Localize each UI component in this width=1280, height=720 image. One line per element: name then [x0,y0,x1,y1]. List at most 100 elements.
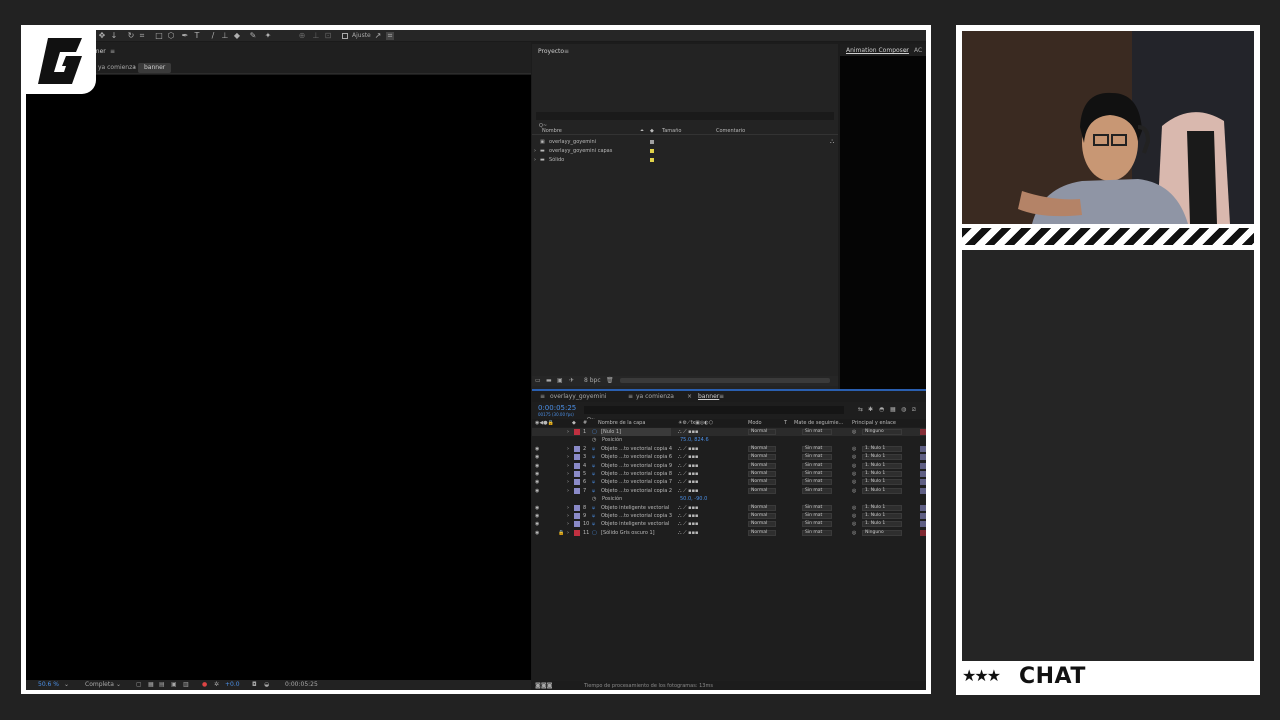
layer-row[interactable]: ◉ › 6 ⍦ Objeto ...to vectorial copia 7 ⛬ ⟋ ▪▪… [532,478,926,486]
track-matte-dropdown[interactable]: Sin mat [802,429,832,435]
layer-row[interactable]: ◉ › 5 ⍦ Objeto ...to vectorial copia 8 ⛬ ⟋ ▪▪… [532,470,926,478]
show-snapshot-icon[interactable]: ◒ [264,681,269,689]
expand-arrow-icon[interactable]: › [567,487,569,495]
visibility-eye-icon[interactable]: ◉ [535,512,539,520]
world-axis-icon[interactable]: ⊥ [312,32,320,40]
parent-pickwhip-icon[interactable]: ◎ [852,529,856,537]
visibility-eye-icon[interactable]: ◉ [535,470,539,478]
property-row[interactable]: ◷ Posición 75.0, 824.6 [532,436,926,444]
pen-tool-icon[interactable]: ✒ [181,32,189,40]
parent-dropdown[interactable]: Ninguno [862,429,902,435]
layer-switches-icons[interactable]: ⛬ ⟋ ▪▪▪ [678,445,698,453]
breadcrumb-banner[interactable]: banner [138,63,172,73]
layer-name[interactable]: Objeto ...to vectorial copia 8 [601,470,672,478]
layer-switches-icons[interactable]: ⛬ ⟋ ▪▪▪ [678,453,698,461]
layer-row[interactable]: ◉ › 3 ⍦ Objeto ...to vectorial copia 6 ⛬ ⟋ ▪▪… [532,453,926,461]
layer-name[interactable]: [Nulo 1] [601,428,671,436]
stopwatch-icon[interactable]: ◷ [592,436,596,444]
track-matte-header[interactable]: Mate de seguimie... [794,419,843,427]
parent-pickwhip-icon[interactable]: ◎ [852,512,856,520]
mask-visibility-icon[interactable]: ▣ [171,681,177,689]
bit-depth-button[interactable]: 8 bpc [584,377,601,385]
project-search-input[interactable]: Q~ [536,112,834,129]
layer-row[interactable]: ◉ › 2 ⍦ Objeto ...to vectorial copia 4 ⛬ ⟋ ▪▪… [532,445,926,453]
layer-name-header[interactable]: Nombre de la capa [598,419,645,427]
layer-name[interactable]: Objeto inteligente vectorial [601,504,669,512]
project-footer-scrollbar[interactable] [620,378,830,383]
snapshot-camera-icon[interactable]: ◘ [252,681,257,689]
color-channel-icon[interactable]: ● [202,681,207,689]
visibility-eye-icon[interactable]: ◉ [535,529,539,537]
column-comment[interactable]: Comentario [716,127,745,135]
expand-arrow-icon[interactable]: › [567,462,569,470]
graph-editor-icon[interactable]: ⧄ [912,406,916,414]
layer-switches-icons[interactable]: ⛬ ⟋ ▪▪▪ [678,504,698,512]
layer-switches-icons[interactable]: ⛬ ⟋ ▪▪▪ [678,487,698,495]
animation-composer-tab[interactable]: Animation Composer ≡ AC [840,44,926,56]
column-name[interactable]: Nombre [542,127,562,135]
project-item[interactable]: › ▬ overlayy_goyemini capas [532,147,838,155]
blend-mode-dropdown[interactable]: Normal [748,504,776,511]
footer-toggle-icons[interactable]: ◙◙◙ [535,682,552,690]
snapping-checkbox[interactable] [342,33,348,39]
project-panel-title[interactable]: Proyecto [538,48,564,56]
expand-arrow-icon[interactable]: › [567,504,569,512]
parent-pickwhip-icon[interactable]: ◎ [852,428,856,436]
lock-icon[interactable]: 🔒 [558,529,564,537]
exposure-value[interactable]: +0.0 [225,681,240,689]
track-matte-dropdown[interactable]: Sin mat [802,462,832,469]
property-value[interactable]: 50.0, -90.0 [680,495,707,503]
local-axis-icon[interactable]: ⊕ [298,32,306,40]
mode-header[interactable]: Modo [748,419,762,427]
layer-duration-bar[interactable] [920,462,926,469]
track-matte-dropdown[interactable]: Sin mat [802,513,832,519]
expand-arrow-icon[interactable]: › [567,512,569,520]
expand-arrow-icon[interactable]: › [534,156,536,164]
new-composition-icon[interactable]: ▣ [557,377,563,385]
parent-pickwhip-icon[interactable]: ◎ [852,487,856,495]
tab-banner[interactable]: banner [698,393,719,401]
animation-composer-menu-icon[interactable]: ≡ [903,47,908,55]
parent-pickwhip-icon[interactable]: ◎ [852,453,856,461]
parent-dropdown[interactable]: 1. Nulo 1 [862,513,902,519]
blend-mode-dropdown[interactable]: Normal [748,513,776,519]
blend-mode-dropdown[interactable]: Normal [748,487,776,494]
move-tool-icon[interactable]: ✥ [98,32,106,40]
hand-tool-icon[interactable]: ↓ [110,32,118,40]
layer-switches-icons[interactable]: ⛬ ⟋ ▪▪▪ [678,478,698,486]
layer-label-swatch[interactable] [574,471,580,477]
layer-duration-bar[interactable] [920,479,926,486]
layer-duration-bar[interactable] [920,429,926,435]
motion-blur-icon[interactable]: ◍ [901,406,906,414]
layer-row[interactable]: ◉ › 9 ⍦ Objeto ...to vectorial copia 3 ⛬ ⟋ ▪▪… [532,512,926,520]
layer-label-swatch[interactable] [574,521,580,528]
next-panel-tab[interactable]: AC [914,47,922,55]
track-matte-dropdown[interactable]: Sin mat [802,521,832,528]
clone-stamp-tool-icon[interactable]: ⊥ [221,32,229,40]
visibility-eye-icon[interactable]: ◉ [535,504,539,512]
visibility-eye-icon[interactable]: ◉ [535,453,539,461]
type-tool-icon[interactable]: T [193,32,201,40]
parent-dropdown[interactable]: 1. Nulo 1 [862,521,902,528]
camera-tool-icon[interactable]: ⌗ [138,32,146,40]
expand-arrow-icon[interactable]: › [567,478,569,486]
expand-arrow-icon[interactable]: › [567,529,569,537]
parent-dropdown[interactable]: 1. Nulo 1 [862,445,902,452]
label-column-icon[interactable]: ◆ [650,127,654,135]
tab-menu-icon-1[interactable]: ≡ [628,393,633,401]
snap-grid-icon[interactable]: ⌗ [386,32,394,40]
parent-pickwhip-icon[interactable]: ◎ [852,445,856,453]
layer-duration-bar[interactable] [920,487,926,494]
view-axis-icon[interactable]: ⊡ [324,32,332,40]
parent-pickwhip-icon[interactable]: ◎ [852,478,856,486]
viewer-timecode[interactable]: 0:00:05:25 [285,681,318,689]
layer-switches-icons[interactable]: ⛬ ⟋ ▪▪▪ [678,529,698,537]
layer-row[interactable]: ◉ › 7 ⍦ Objeto ...to vectorial copia 2 ⛬ ⟋ ▪▪… [532,487,926,495]
frame-blending-icon[interactable]: ▦ [890,406,896,414]
transparency-grid-icon[interactable]: ▦ [148,681,154,689]
layer-label-swatch[interactable] [574,454,580,461]
eraser-tool-icon[interactable]: ◆ [233,32,241,40]
visibility-eye-icon[interactable]: ◉ [535,487,539,495]
layer-label-swatch[interactable] [574,513,580,519]
track-matte-dropdown[interactable]: Sin mat [802,529,832,536]
